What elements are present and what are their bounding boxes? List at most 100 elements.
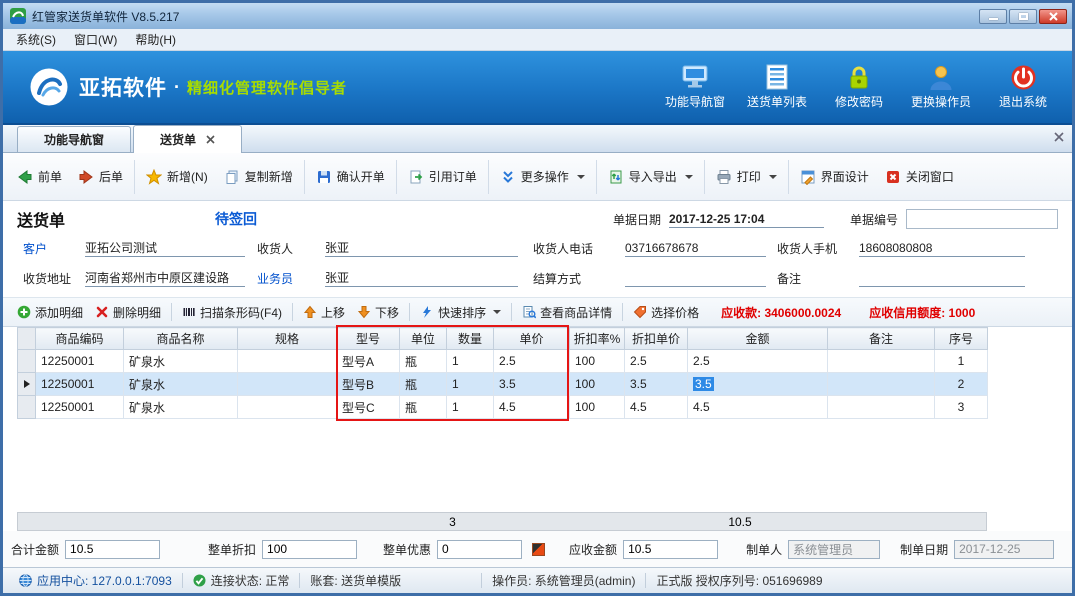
- more-actions-button[interactable]: 更多操作: [492, 162, 593, 191]
- doc-number-input[interactable]: [906, 209, 1058, 229]
- cell[interactable]: 矿泉水: [124, 396, 238, 419]
- customer-label[interactable]: 客户: [23, 240, 85, 257]
- cell[interactable]: [238, 373, 337, 396]
- cell[interactable]: [238, 350, 337, 373]
- cell[interactable]: 型号A: [337, 350, 400, 373]
- banner-action-exit[interactable]: 退出系统: [986, 64, 1060, 110]
- cell[interactable]: [828, 396, 935, 419]
- banner-action-nav-window[interactable]: 功能导航窗: [658, 64, 732, 110]
- cell[interactable]: 矿泉水: [124, 350, 238, 373]
- tab-close-icon[interactable]: [206, 135, 215, 144]
- cell[interactable]: 3.5: [494, 373, 570, 396]
- cell-editing[interactable]: 3.5: [688, 373, 828, 396]
- scan-barcode-button[interactable]: 扫描条形码(F4): [176, 301, 288, 324]
- col-header[interactable]: 折扣单价: [625, 328, 688, 350]
- address-input[interactable]: [85, 269, 245, 287]
- order-preferential-input[interactable]: [437, 540, 522, 559]
- receiver-input[interactable]: [325, 239, 518, 257]
- col-header[interactable]: 备注: [828, 328, 935, 350]
- confirm-order-button[interactable]: 确认开单: [308, 162, 393, 191]
- cell[interactable]: [828, 373, 935, 396]
- cell[interactable]: 4.5: [625, 396, 688, 419]
- quote-order-button[interactable]: 引用订单: [400, 162, 485, 191]
- menu-help[interactable]: 帮助(H): [126, 29, 185, 50]
- new-order-button[interactable]: 新增(N): [138, 162, 216, 191]
- next-order-button[interactable]: 后单: [70, 162, 131, 191]
- col-header[interactable]: 单位: [400, 328, 447, 350]
- ui-design-button[interactable]: 界面设计: [792, 162, 877, 191]
- salesman-label[interactable]: 业务员: [257, 270, 325, 287]
- cell[interactable]: 3.5: [625, 373, 688, 396]
- view-product-detail-button[interactable]: 查看商品详情: [516, 301, 618, 324]
- table-row[interactable]: 12250001 矿泉水 型号C 瓶 1 4.5 100 4.5 4.5 3: [18, 396, 988, 419]
- quick-sort-button[interactable]: 快速排序: [414, 301, 507, 324]
- cell[interactable]: 1: [447, 396, 494, 419]
- cell[interactable]: 瓶: [400, 373, 447, 396]
- tab-delivery-order[interactable]: 送货单: [133, 125, 242, 153]
- move-up-button[interactable]: 上移: [297, 301, 351, 324]
- table-row[interactable]: 12250001 矿泉水 型号A 瓶 1 2.5 100 2.5 2.5 1: [18, 350, 988, 373]
- banner-action-switch-operator[interactable]: 更换操作员: [904, 64, 978, 110]
- cell[interactable]: 100: [570, 350, 625, 373]
- remark-input[interactable]: [859, 269, 1025, 287]
- cell[interactable]: 12250001: [36, 396, 124, 419]
- add-detail-button[interactable]: 添加明细: [11, 301, 89, 324]
- cell[interactable]: 12250001: [36, 373, 124, 396]
- total-amount-input[interactable]: [65, 540, 160, 559]
- cell[interactable]: 矿泉水: [124, 373, 238, 396]
- col-header[interactable]: 金额: [688, 328, 828, 350]
- col-header[interactable]: 规格: [238, 328, 337, 350]
- cell[interactable]: 3: [935, 396, 988, 419]
- cell[interactable]: 瓶: [400, 350, 447, 373]
- cell[interactable]: 1: [447, 350, 494, 373]
- banner-action-change-password[interactable]: 修改密码: [822, 64, 896, 110]
- col-header[interactable]: 序号: [935, 328, 988, 350]
- cell[interactable]: 型号B: [337, 373, 400, 396]
- col-header[interactable]: 折扣率%: [570, 328, 625, 350]
- close-button[interactable]: [1039, 9, 1067, 24]
- tab-nav-window[interactable]: 功能导航窗: [17, 126, 131, 152]
- cell[interactable]: 4.5: [688, 396, 828, 419]
- recalc-icon[interactable]: [532, 543, 545, 556]
- import-export-button[interactable]: 导入导出: [600, 162, 701, 191]
- col-header[interactable]: 数量: [447, 328, 494, 350]
- cell[interactable]: 2.5: [494, 350, 570, 373]
- receivable-amount-input[interactable]: [623, 540, 718, 559]
- cell[interactable]: [828, 350, 935, 373]
- cell[interactable]: 100: [570, 396, 625, 419]
- select-price-button[interactable]: 选择价格: [627, 301, 705, 324]
- cell[interactable]: 型号C: [337, 396, 400, 419]
- cell[interactable]: 2.5: [625, 350, 688, 373]
- col-header[interactable]: 商品编码: [36, 328, 124, 350]
- settlement-input[interactable]: [625, 269, 766, 287]
- cell[interactable]: [238, 396, 337, 419]
- col-header[interactable]: 型号: [337, 328, 400, 350]
- table-row-selected[interactable]: 12250001 矿泉水 型号B 瓶 1 3.5 100 3.5 3.5 2: [18, 373, 988, 396]
- col-header[interactable]: 单价: [494, 328, 570, 350]
- tabstrip-close-icon[interactable]: [1054, 132, 1064, 142]
- col-header[interactable]: 商品名称: [124, 328, 238, 350]
- cell[interactable]: 12250001: [36, 350, 124, 373]
- print-button[interactable]: 打印: [708, 162, 785, 191]
- cell[interactable]: 2: [935, 373, 988, 396]
- customer-input[interactable]: [85, 239, 245, 257]
- copy-new-button[interactable]: 复制新增: [216, 162, 301, 191]
- receiver-phone-input[interactable]: [625, 239, 766, 257]
- prev-order-button[interactable]: 前单: [9, 162, 70, 191]
- cell[interactable]: 2.5: [688, 350, 828, 373]
- cell[interactable]: 瓶: [400, 396, 447, 419]
- delete-detail-button[interactable]: 删除明细: [89, 301, 167, 324]
- cell[interactable]: 4.5: [494, 396, 570, 419]
- cell[interactable]: 1: [935, 350, 988, 373]
- maximize-button[interactable]: [1009, 9, 1037, 24]
- menu-system[interactable]: 系统(S): [7, 29, 65, 50]
- cell[interactable]: 100: [570, 373, 625, 396]
- close-window-button[interactable]: 关闭窗口: [877, 162, 962, 191]
- order-discount-input[interactable]: [262, 540, 357, 559]
- move-down-button[interactable]: 下移: [351, 301, 405, 324]
- doc-date-input[interactable]: [669, 210, 824, 228]
- receiver-mobile-input[interactable]: [859, 239, 1025, 257]
- banner-action-order-list[interactable]: 送货单列表: [740, 64, 814, 110]
- salesman-input[interactable]: [325, 269, 518, 287]
- minimize-button[interactable]: [979, 9, 1007, 24]
